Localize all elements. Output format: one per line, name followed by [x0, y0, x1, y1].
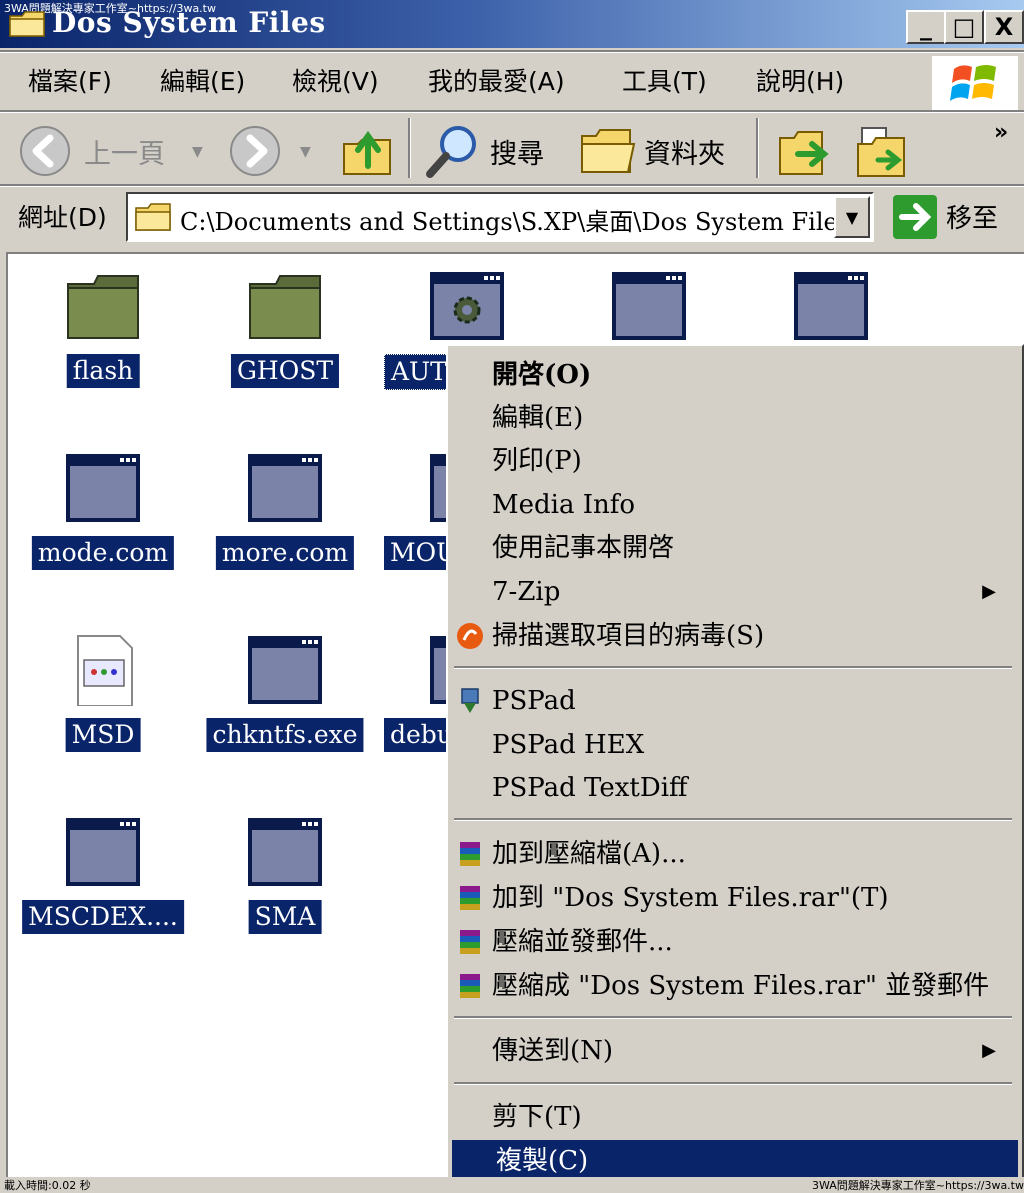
- winrar-icon: [460, 974, 480, 998]
- window-title: Dos System Files: [52, 6, 326, 39]
- menu-separator: [454, 818, 1012, 821]
- file-name-label[interactable]: more.com: [215, 536, 355, 570]
- back-dropdown-icon[interactable]: ▼: [192, 144, 203, 160]
- menu-item-open[interactable]: 開啓(O): [448, 354, 1014, 396]
- go-arrow-icon[interactable]: [892, 194, 938, 240]
- folder-icon: [9, 11, 45, 37]
- menu-item-send-to-label: 傳送到(N): [492, 1036, 614, 1066]
- folders-button-label[interactable]: 資料夾: [644, 132, 725, 171]
- folders-icon[interactable]: [578, 126, 636, 176]
- menu-tools[interactable]: 工具(T): [622, 62, 707, 98]
- status-bar: 載入時間:0.02 秒 3WA問題解決專家工作室~https://3wa.tw: [0, 1177, 1024, 1192]
- menu-item-add-archive-label: 加到壓縮檔(A)...: [492, 839, 686, 869]
- toolbar-separator: [756, 118, 759, 178]
- menu-item-copy[interactable]: 複製(C): [452, 1140, 1018, 1182]
- windows-logo-icon: [932, 56, 1018, 110]
- menu-item-notepad[interactable]: 使用記事本開啓: [448, 527, 1014, 569]
- menu-item-pspad-hex[interactable]: PSPad HEX: [448, 724, 1014, 766]
- title-bar[interactable]: 3WA問題解決專家工作室~https://3wa.tw Dos System F…: [0, 0, 1024, 48]
- menu-separator: [454, 1082, 1012, 1085]
- folder-icon[interactable]: [64, 270, 142, 342]
- forward-arrow-icon[interactable]: [228, 124, 282, 178]
- file-name-label[interactable]: GHOST: [230, 354, 340, 388]
- menu-item-add-rar-label: 加到 "Dos System Files.rar"(T): [492, 883, 889, 913]
- antivirus-icon: [457, 623, 483, 649]
- menu-favorites[interactable]: 我的最愛(A): [428, 62, 565, 98]
- toolbar-separator: [408, 118, 411, 178]
- file-icon[interactable]: [610, 270, 688, 342]
- file-icon[interactable]: [64, 634, 142, 707]
- menu-item-compress-email[interactable]: 壓縮並發郵件...: [448, 921, 1014, 963]
- divider: [0, 50, 1024, 53]
- winrar-icon: [460, 842, 480, 866]
- address-input[interactable]: C:\Documents and Settings\S.XP\桌面\Dos Sy…: [126, 192, 874, 242]
- file-name-label[interactable]: mode.com: [31, 536, 175, 570]
- menu-item-send-to[interactable]: 傳送到(N) ▶: [448, 1030, 1014, 1072]
- folder-icon[interactable]: [246, 270, 324, 342]
- context-menu: 開啓(O) 編輯(E) 列印(P) Media Info 使用記事本開啓 7-Z…: [446, 344, 1024, 1184]
- menu-item-pspad-label: PSPad: [492, 686, 576, 716]
- file-icon[interactable]: [792, 270, 870, 342]
- file-icon[interactable]: [246, 816, 324, 888]
- file-icon[interactable]: [246, 634, 324, 706]
- menu-separator: [454, 666, 1012, 669]
- back-arrow-icon[interactable]: [18, 124, 72, 178]
- copy-to-icon[interactable]: [854, 124, 910, 180]
- menu-file[interactable]: 檔案(F): [28, 62, 112, 98]
- file-name-label[interactable]: flash: [66, 354, 140, 388]
- menu-item-pspad[interactable]: PSPad: [448, 680, 1014, 722]
- menu-item-compress-email-label: 壓縮並發郵件...: [492, 927, 673, 957]
- folder-icon: [135, 203, 171, 231]
- move-to-icon[interactable]: [776, 124, 832, 180]
- menu-item-add-rar[interactable]: 加到 "Dos System Files.rar"(T): [448, 877, 1014, 919]
- menu-item-media-info[interactable]: Media Info: [448, 484, 1014, 526]
- forward-dropdown-icon[interactable]: ▼: [300, 144, 311, 160]
- submenu-arrow-icon: ▶: [982, 1040, 996, 1061]
- menu-item-cut[interactable]: 剪下(T): [448, 1096, 1014, 1138]
- menu-edit[interactable]: 編輯(E): [160, 62, 245, 98]
- search-button-label[interactable]: 搜尋: [490, 132, 544, 171]
- file-icon[interactable]: [428, 270, 506, 342]
- maximize-button[interactable]: □: [944, 10, 984, 44]
- file-name-label[interactable]: SMA: [248, 900, 322, 934]
- file-name-label[interactable]: MSCDEX....: [22, 900, 184, 934]
- submenu-arrow-icon: ▶: [982, 581, 996, 602]
- file-icon[interactable]: [64, 816, 142, 888]
- menu-item-7zip-label: 7-Zip: [492, 577, 561, 607]
- menu-item-compress-rar-email[interactable]: 壓縮成 "Dos System Files.rar" 並發郵件: [448, 965, 1014, 1007]
- file-name-label[interactable]: MSD: [65, 718, 141, 752]
- winrar-icon: [460, 886, 480, 910]
- address-label: 網址(D): [18, 203, 107, 232]
- file-name-label[interactable]: AUT: [384, 354, 454, 390]
- close-button[interactable]: X: [984, 10, 1024, 44]
- menu-view[interactable]: 檢視(V): [292, 62, 379, 98]
- divider: [0, 110, 1024, 113]
- go-button-label[interactable]: 移至: [946, 198, 998, 235]
- winrar-icon: [460, 930, 480, 954]
- address-dropdown-button[interactable]: ▼: [834, 196, 870, 238]
- menu-item-edit[interactable]: 編輯(E): [448, 397, 1014, 439]
- search-icon[interactable]: [424, 122, 482, 180]
- up-folder-icon[interactable]: [340, 122, 396, 178]
- file-name-label[interactable]: chkntfs.exe: [206, 718, 364, 752]
- menu-item-compress-rar-email-label: 壓縮成 "Dos System Files.rar" 並發郵件: [492, 971, 990, 1001]
- address-path: C:\Documents and Settings\S.XP\桌面\Dos Sy…: [180, 208, 851, 236]
- pspad-icon: [461, 688, 479, 713]
- menu-item-scan-virus[interactable]: 掃描選取項目的病毒(S): [448, 615, 1014, 657]
- minimize-button[interactable]: _: [906, 10, 946, 44]
- divider: [0, 184, 1024, 187]
- back-button-label[interactable]: 上一頁: [84, 132, 165, 171]
- menu-separator: [454, 1016, 1012, 1019]
- menu-item-print[interactable]: 列印(P): [448, 440, 1014, 482]
- menu-item-scan-virus-label: 掃描選取項目的病毒(S): [492, 621, 765, 651]
- file-icon[interactable]: [246, 452, 324, 524]
- menu-item-7zip[interactable]: 7-Zip ▶: [448, 571, 1014, 613]
- menu-item-add-archive[interactable]: 加到壓縮檔(A)...: [448, 833, 1014, 875]
- menu-help[interactable]: 說明(H): [756, 62, 844, 98]
- menu-item-pspad-textdiff[interactable]: PSPad TextDiff: [448, 767, 1014, 809]
- toolbar-overflow-button[interactable]: »: [994, 120, 1008, 145]
- file-icon[interactable]: [64, 452, 142, 524]
